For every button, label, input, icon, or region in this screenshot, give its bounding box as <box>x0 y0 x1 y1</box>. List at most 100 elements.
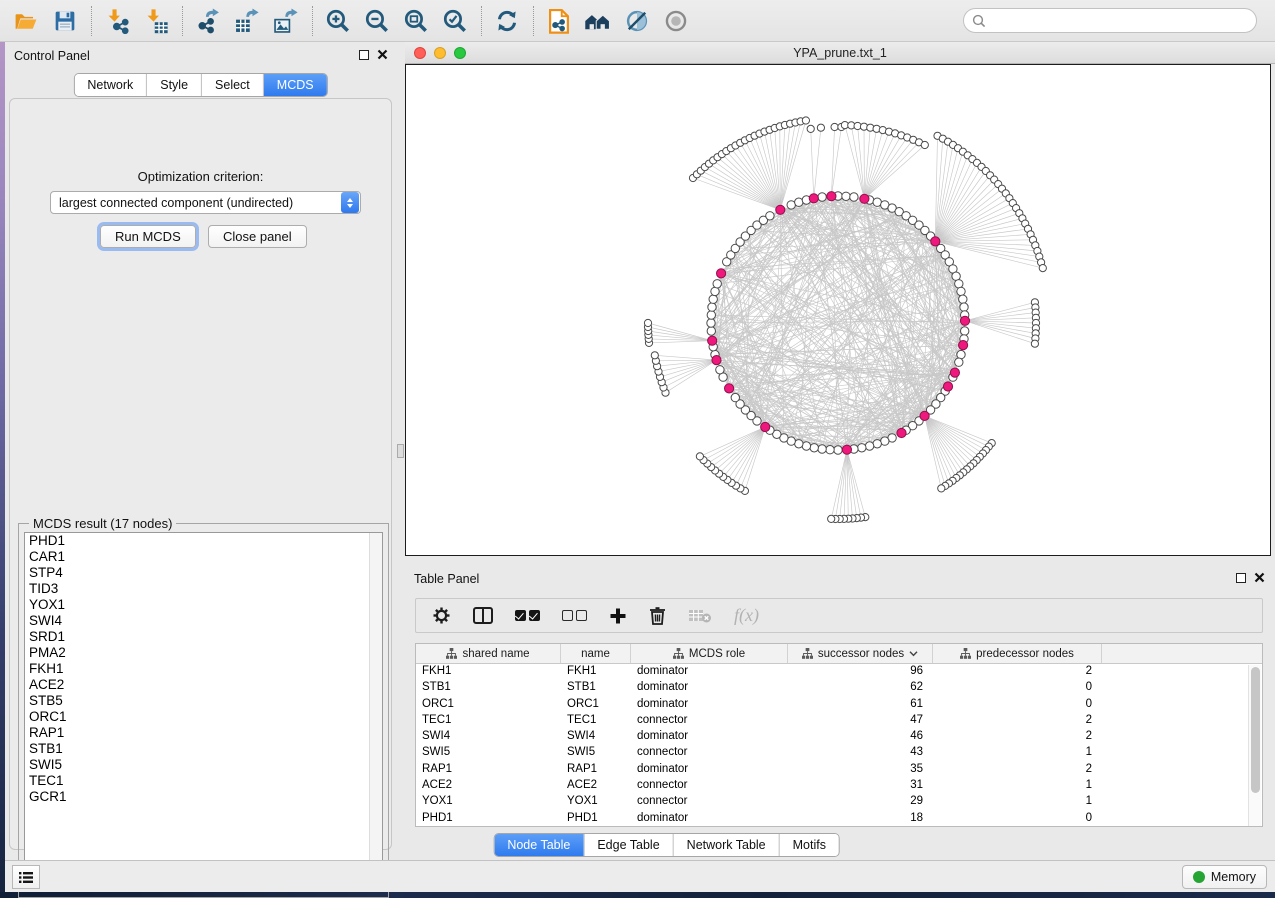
zoom-fit-icon[interactable] <box>400 4 432 38</box>
table-header-row: shared namenameMCDS rolesuccessor nodesp… <box>416 644 1262 664</box>
result-item[interactable]: RAP1 <box>25 725 382 741</box>
table-settings-gear-icon[interactable] <box>432 606 451 625</box>
run-mcds-button[interactable]: Run MCDS <box>100 225 196 248</box>
export-table-icon[interactable] <box>231 4 263 38</box>
show-column-icon[interactable] <box>473 607 493 624</box>
table-row[interactable]: SWI4SWI4dominator462 <box>416 729 1262 745</box>
close-panel-button[interactable]: Close panel <box>208 225 307 248</box>
result-item[interactable]: SWI5 <box>25 757 382 773</box>
zoom-in-icon[interactable] <box>322 4 354 38</box>
import-table-icon[interactable] <box>140 4 172 38</box>
result-item[interactable]: GCR1 <box>25 789 382 805</box>
table-row[interactable]: YOX1YOX1connector291 <box>416 794 1262 810</box>
show-graphics-details-icon[interactable] <box>660 4 692 38</box>
result-item[interactable]: CAR1 <box>25 549 382 565</box>
tab-mcds[interactable]: MCDS <box>263 74 327 96</box>
result-item[interactable]: TEC1 <box>25 773 382 789</box>
table-row[interactable]: SWI5SWI5connector431 <box>416 745 1262 761</box>
table-scrollbar[interactable] <box>1248 665 1261 826</box>
deselect-all-icon[interactable] <box>562 610 587 621</box>
close-panel-icon[interactable] <box>377 49 388 60</box>
network-document-icon[interactable] <box>543 4 575 38</box>
zoom-selected-icon[interactable] <box>439 4 471 38</box>
cell-name: ORC1 <box>561 697 631 713</box>
column-header-successor-nodes[interactable]: successor nodes <box>788 644 933 663</box>
float-panel-icon[interactable] <box>359 50 369 60</box>
task-history-button[interactable] <box>12 865 40 889</box>
cell-shared-name: TEC1 <box>416 713 561 729</box>
select-all-icon[interactable] <box>515 610 540 621</box>
network-graph[interactable] <box>406 65 1270 555</box>
table-row[interactable]: FKH1FKH1dominator962 <box>416 664 1262 680</box>
tab-node-table[interactable]: Node Table <box>494 834 583 856</box>
result-item[interactable]: YOX1 <box>25 597 382 613</box>
table-row[interactable]: TEC1TEC1connector472 <box>416 713 1262 729</box>
table-row[interactable]: RAP1RAP1dominator352 <box>416 762 1262 778</box>
column-header-name[interactable]: name <box>561 644 631 663</box>
result-item[interactable]: TID3 <box>25 581 382 597</box>
status-bar: Memory <box>5 860 1275 892</box>
table-scrollbar-thumb[interactable] <box>1251 667 1260 793</box>
column-header-predecessor-nodes[interactable]: predecessor nodes <box>933 644 1102 663</box>
result-item[interactable]: ACE2 <box>25 677 382 693</box>
cell-predecessor-nodes: 1 <box>933 778 1102 794</box>
result-item[interactable]: FKH1 <box>25 661 382 677</box>
network-window-titlebar[interactable]: YPA_prune.txt_1 <box>405 42 1275 64</box>
optimization-criterion-dropdown[interactable]: largest connected component (undirected) <box>50 191 361 214</box>
export-image-icon[interactable] <box>270 4 302 38</box>
cell-MCDS-role: dominator <box>631 762 788 778</box>
splitter-handle[interactable] <box>397 444 404 458</box>
result-item[interactable]: STB1 <box>25 741 382 757</box>
zoom-out-icon[interactable] <box>361 4 393 38</box>
toolbar-separator <box>91 6 92 36</box>
float-table-panel-icon[interactable] <box>1236 573 1246 583</box>
cell-successor-nodes: 29 <box>788 794 933 810</box>
cell-MCDS-role: dominator <box>631 664 788 680</box>
table-row[interactable]: ACE2ACE2connector311 <box>416 778 1262 794</box>
hide-graphics-details-icon[interactable] <box>621 4 653 38</box>
tab-network[interactable]: Network <box>74 74 146 96</box>
tab-select[interactable]: Select <box>201 74 263 96</box>
cell-predecessor-nodes: 1 <box>933 745 1102 761</box>
result-item[interactable]: SRD1 <box>25 629 382 645</box>
column-header-shared-name[interactable]: shared name <box>416 644 561 663</box>
import-network-icon[interactable] <box>101 4 133 38</box>
cell-shared-name: YOX1 <box>416 794 561 810</box>
vertical-splitter[interactable] <box>396 42 405 860</box>
mcds-panel: Optimization criterion: largest connecte… <box>9 98 392 850</box>
tab-edge-table[interactable]: Edge Table <box>583 834 672 856</box>
result-list-scrollbar[interactable] <box>369 533 382 889</box>
add-column-icon[interactable] <box>609 607 627 625</box>
toolbar-separator <box>312 6 313 36</box>
delete-column-icon[interactable] <box>649 606 666 625</box>
tab-style[interactable]: Style <box>146 74 201 96</box>
tab-network-table[interactable]: Network Table <box>673 834 779 856</box>
save-icon[interactable] <box>49 4 81 38</box>
cell-name: STB1 <box>561 680 631 696</box>
cell-name: YOX1 <box>561 794 631 810</box>
cell-MCDS-role: connector <box>631 778 788 794</box>
memory-button[interactable]: Memory <box>1182 865 1267 889</box>
cell-name: PHD1 <box>561 811 631 827</box>
home-networks-icon[interactable] <box>582 4 614 38</box>
refresh-icon[interactable] <box>491 4 523 38</box>
result-item[interactable]: STP4 <box>25 565 382 581</box>
cell-successor-nodes: 35 <box>788 762 933 778</box>
network-view[interactable] <box>405 64 1271 556</box>
search-input[interactable] <box>991 14 1248 28</box>
mcds-result-list: PHD1CAR1STP4TID3YOX1SWI4SRD1PMA2FKH1ACE2… <box>24 532 383 890</box>
table-row[interactable]: ORC1ORC1dominator610 <box>416 697 1262 713</box>
result-item[interactable]: STB5 <box>25 693 382 709</box>
cell-predecessor-nodes: 2 <box>933 713 1102 729</box>
export-network-icon[interactable] <box>192 4 224 38</box>
tab-motifs[interactable]: Motifs <box>779 834 839 856</box>
result-item[interactable]: SWI4 <box>25 613 382 629</box>
close-table-panel-icon[interactable] <box>1254 572 1265 583</box>
column-header-MCDS-role[interactable]: MCDS role <box>631 644 788 663</box>
table-row[interactable]: STB1STB1dominator620 <box>416 680 1262 696</box>
open-file-icon[interactable] <box>10 4 42 38</box>
result-item[interactable]: ORC1 <box>25 709 382 725</box>
table-row[interactable]: PHD1PHD1dominator180 <box>416 811 1262 827</box>
result-item[interactable]: PHD1 <box>25 533 382 549</box>
result-item[interactable]: PMA2 <box>25 645 382 661</box>
